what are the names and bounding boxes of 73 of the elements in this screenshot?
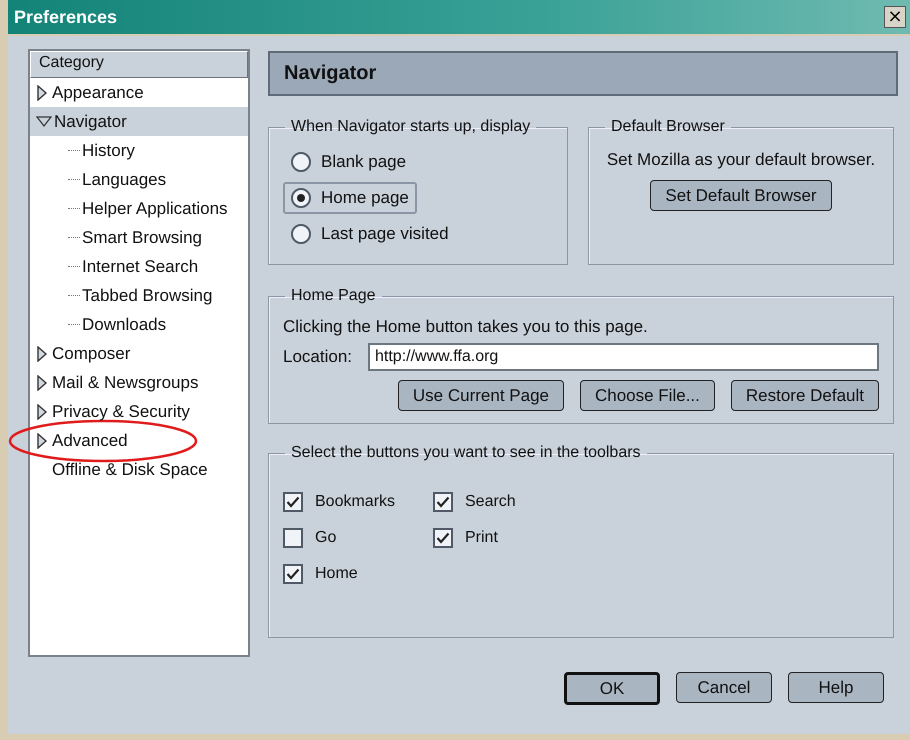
tree-item-label: Composer [52,344,130,364]
tree-item-label: Navigator [54,112,127,132]
action-button[interactable]: Choose File... [580,380,715,411]
field-label: Location: [283,347,352,367]
tree-item[interactable]: Tabbed Browsing [30,281,248,310]
tree-item[interactable]: Mail & Newsgroups [30,368,248,397]
tree-item-label: Helper Applications [82,198,228,218]
radio-option[interactable]: Last page visited [283,218,457,250]
dialog-button[interactable]: Help [788,672,884,703]
action-button[interactable]: Use Current Page [398,380,564,411]
tree-item-label: Tabbed Browsing [82,286,212,306]
panel-header: Navigator [268,51,898,96]
tree-item-label: Appearance [52,82,144,102]
collapsed-triangle-icon[interactable] [36,84,48,100]
tree-item[interactable]: Internet Search [30,252,248,281]
checkbox[interactable] [433,492,453,512]
radio-option[interactable]: Home page [283,182,417,214]
checkbox[interactable] [283,492,303,512]
description-text: Clicking the Home button takes you to this page. [283,317,648,336]
checkbox-option[interactable]: Bookmarks [283,484,433,520]
tree-item[interactable]: Downloads [30,310,248,339]
tree-item[interactable]: History [30,136,248,165]
tree-item-label: Offline & Disk Space [52,460,208,480]
tree-item-label: Languages [82,170,166,190]
radio-icon [291,188,311,208]
tree-item-label: Smart Browsing [82,228,202,248]
tree-item-label: Mail & Newsgroups [52,372,198,392]
collapsed-triangle-icon[interactable] [36,346,48,362]
checkbox-option[interactable]: Search [433,484,583,520]
group-legend: When Navigator starts up, display [285,118,536,136]
checkmark-icon [436,532,450,544]
set-default-browser-button[interactable]: Set Default Browser [650,180,832,211]
tree-item[interactable]: Smart Browsing [30,223,248,252]
checkmark-icon [286,568,300,580]
action-button[interactable]: Restore Default [730,380,879,411]
tree-item[interactable]: Advanced [30,426,248,455]
column-header[interactable]: Category [30,51,248,78]
group-legend: Home Page [285,287,382,305]
group-legend: Select the buttons you want to see in the toolbars [285,444,647,462]
tree-item[interactable]: Navigator [30,107,248,136]
checkmark-icon [286,496,300,508]
description-text: Set Mozilla as your default browser. [606,150,876,169]
tree-item-label: History [82,140,135,160]
checkbox-option[interactable]: Go [283,520,433,556]
expanded-triangle-icon[interactable] [36,116,52,128]
group-legend: Default Browser [605,118,731,136]
checkbox-option[interactable]: Print [433,520,583,556]
tree-item[interactable]: Composer [30,339,248,368]
checkbox[interactable] [283,564,303,584]
radio-icon [291,152,311,172]
tree-item[interactable]: Appearance [30,78,248,107]
checkbox[interactable] [433,528,453,548]
collapsed-triangle-icon[interactable] [36,374,48,390]
dialog-button[interactable]: OK [564,672,660,705]
dialog-button[interactable]: Cancel [676,672,772,703]
checkbox-option[interactable]: Home [283,556,433,592]
tree-item-label: Downloads [82,314,166,334]
location-field[interactable]: http://www.ffa.org [368,343,879,371]
radio-icon [291,224,311,244]
checkmark-icon [436,496,450,508]
collapsed-triangle-icon[interactable] [36,432,48,448]
collapsed-triangle-icon[interactable] [36,404,48,420]
tree-item-label: Privacy & Security [52,402,190,422]
tree-item[interactable]: Languages [30,165,248,194]
tree-item[interactable]: Helper Applications [30,194,248,223]
tree-item-label: Internet Search [82,256,198,276]
window-title: Preferences [14,6,118,28]
radio-option[interactable]: Blank page [283,146,414,178]
close-button[interactable]: × [884,6,906,28]
tree-item-label: Advanced [52,430,128,450]
tree-item[interactable]: Offline & Disk Space [30,455,248,484]
checkbox[interactable] [283,528,303,548]
tree-item[interactable]: Privacy & Security [30,397,248,426]
